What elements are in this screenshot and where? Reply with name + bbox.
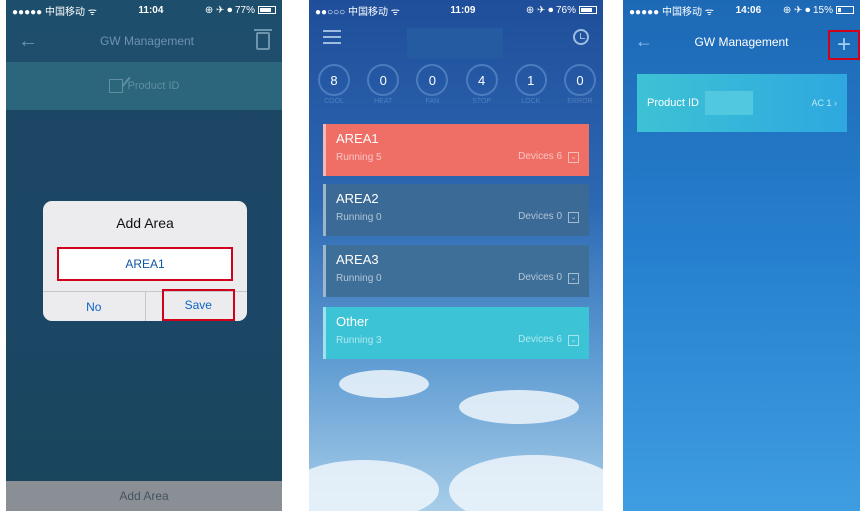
page-title: GW Management — [99, 34, 195, 48]
carrier-label: ●●○○○ 中国移动 ᯤ — [315, 6, 400, 18]
expand-icon[interactable]: ⌄ — [568, 212, 579, 223]
product-id-label: Product ID — [127, 80, 180, 92]
product-value: AC 1 — [811, 98, 832, 108]
running-count: Running 0 — [336, 211, 382, 223]
product-id-value-field — [704, 91, 753, 115]
status-bar: ●●●●● 中国移动 ᯤ 14:06 ⊕ ✈ ⏺ 15% — [623, 0, 860, 20]
counter-value: 4 — [465, 64, 498, 96]
area-name: Other — [336, 314, 369, 329]
battery-indicator: ⊕ ✈ ⏺ 77% — [205, 5, 276, 16]
expand-icon[interactable]: ⌄ — [568, 335, 579, 346]
battery-indicator: ⊕ ✈ ⏺ 15% — [783, 5, 854, 16]
nav-bar: ← GW Management + — [623, 20, 860, 64]
running-count: Running 5 — [336, 151, 382, 163]
running-count: Running 3 — [336, 334, 382, 346]
area-card-other[interactable]: Other Running 3 Devices 6 ⌄ — [323, 307, 589, 359]
battery-label: ⊕ ✈ ⏺ 77% — [204, 4, 255, 16]
back-arrow-icon[interactable]: ← — [635, 31, 653, 52]
cloud-decoration — [449, 455, 603, 511]
add-area-dialog: Add Area AREA1 No Save — [43, 201, 247, 321]
area-card-area2[interactable]: AREA2 Running 0 Devices 0 ⌄ — [323, 184, 589, 236]
carrier-label: ●●●●● 中国移动 ᯤ — [12, 6, 97, 18]
counter-value: 0 — [367, 64, 400, 96]
counter-value: 1 — [514, 64, 547, 96]
product-id-label: Product ID — [647, 97, 699, 109]
battery-icon — [258, 5, 276, 14]
back-arrow-icon[interactable]: ← — [18, 30, 38, 53]
status-counters: 8 COOL 0 HEAT 0 FAN 4 STOP 1 LOCK 0 ERRO… — [317, 64, 597, 108]
save-button[interactable]: Save — [161, 289, 235, 321]
device-count: Devices 0 — [518, 211, 562, 222]
dialog-buttons: No Save — [43, 289, 248, 321]
menu-icon[interactable] — [323, 30, 341, 44]
counter-value: 0 — [416, 64, 449, 96]
counter-lock[interactable]: 1 LOCK — [514, 64, 548, 108]
counter-stop[interactable]: 4 STOP — [465, 64, 499, 108]
counter-value: 8 — [318, 64, 350, 96]
counter-label: COOL — [324, 98, 344, 105]
expand-icon[interactable]: ⌄ — [568, 273, 579, 284]
page-title: GW Management — [694, 35, 789, 49]
product-id-bar[interactable]: Product ID — [6, 62, 282, 110]
counter-label: ERROR — [567, 98, 593, 105]
phone-add-area-dialog: ●●●●● 中国移动 ᯤ 11:04 ⊕ ✈ ⏺ 77% ← GW Manage… — [6, 0, 282, 511]
save-button-cell: Save — [144, 289, 248, 321]
cloud-decoration — [339, 370, 429, 398]
cloud-decoration — [309, 460, 439, 511]
counter-heat[interactable]: 0 HEAT — [366, 64, 400, 108]
edit-icon — [108, 79, 123, 93]
carrier-label: ●●●●● 中国移动 ᯤ — [629, 6, 714, 18]
area-name: AREA3 — [336, 252, 379, 267]
counter-fan[interactable]: 0 FAN — [415, 64, 449, 108]
counter-value: 0 — [563, 64, 596, 96]
counter-label: HEAT — [374, 98, 393, 105]
clock-icon[interactable] — [573, 29, 589, 45]
device-count: Devices 6 — [518, 151, 562, 162]
title-placeholder — [407, 28, 503, 58]
area-name-input[interactable]: AREA1 — [57, 247, 233, 281]
clock-label: 11:04 — [138, 4, 164, 16]
area-name: AREA1 — [336, 131, 379, 146]
battery-label: ⊕ ✈ ⏺ 76% — [525, 4, 576, 16]
device-count: Devices 6 — [518, 334, 562, 345]
battery-indicator: ⊕ ✈ ⏺ 76% — [526, 5, 597, 16]
expand-icon[interactable]: ⌄ — [568, 152, 579, 163]
nav-bar: ← GW Management — [6, 20, 282, 62]
area-name: AREA2 — [336, 191, 379, 206]
counter-label: LOCK — [521, 98, 541, 105]
counter-cool[interactable]: 8 COOL — [317, 64, 351, 108]
area-card-area1[interactable]: AREA1 Running 5 Devices 6 ⌄ — [323, 124, 589, 176]
trash-icon[interactable] — [253, 29, 272, 50]
dialog-title: Add Area — [116, 215, 174, 231]
product-row[interactable]: Product ID AC 1 › — [637, 74, 847, 132]
phone-gw-management: ●●●●● 中国移动 ᯤ 14:06 ⊕ ✈ ⏺ 15% ← GW Manage… — [623, 0, 860, 511]
battery-icon — [579, 5, 597, 14]
counter-label: STOP — [472, 98, 492, 105]
running-count: Running 0 — [336, 272, 382, 284]
add-area-button[interactable]: Add Area — [6, 481, 282, 511]
clock-label: 14:06 — [735, 4, 762, 16]
counter-label: FAN — [425, 98, 440, 105]
nav-bar — [309, 20, 603, 58]
status-bar: ●●○○○ 中国移动 ᯤ 11:09 ⊕ ✈ ⏺ 76% — [309, 0, 603, 20]
cloud-decoration — [459, 390, 579, 424]
battery-icon — [835, 5, 854, 14]
phone-area-list: ●●○○○ 中国移动 ᯤ 11:09 ⊕ ✈ ⏺ 76% 8 COOL 0 HE… — [309, 0, 603, 511]
status-bar: ●●●●● 中国移动 ᯤ 11:04 ⊕ ✈ ⏺ 77% — [6, 0, 282, 20]
battery-label: ⊕ ✈ ⏺ 15% — [782, 4, 833, 16]
no-button[interactable]: No — [43, 292, 145, 321]
add-button[interactable]: + — [828, 30, 860, 60]
counter-error[interactable]: 0 ERROR — [563, 64, 597, 108]
area-card-area3[interactable]: AREA3 Running 0 Devices 0 ⌄ — [323, 245, 589, 297]
chevron-right-icon: › — [834, 98, 837, 108]
device-count: Devices 0 — [518, 272, 562, 283]
clock-label: 11:09 — [450, 4, 476, 16]
